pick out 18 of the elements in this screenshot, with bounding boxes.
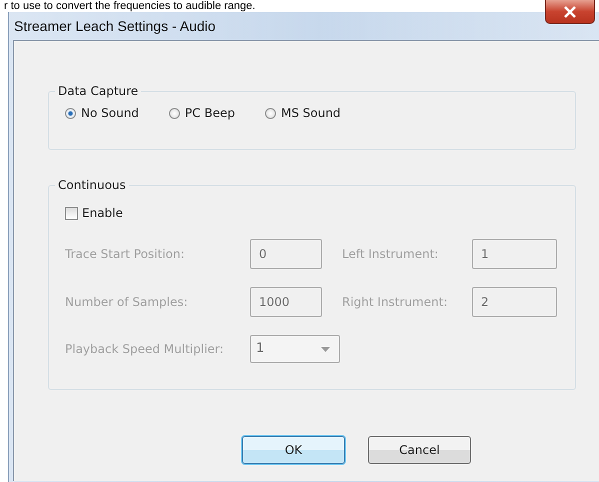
field-label: Right Instrument: — [341, 294, 448, 308]
field-label: Number of Samples: — [65, 294, 189, 308]
group-title: Continuous — [57, 178, 127, 192]
enable-checkbox[interactable]: Enable — [65, 206, 123, 220]
close-button[interactable] — [545, 0, 595, 24]
dialog-button[interactable]: Cancel — [368, 436, 471, 464]
radio-option[interactable]: PC Beep — [168, 106, 235, 120]
close-icon — [563, 6, 577, 18]
field-label: Left Instrument: — [341, 246, 440, 260]
radio-option[interactable]: MS Sound — [264, 106, 341, 120]
dialog-button[interactable]: OK — [242, 436, 345, 464]
window-title: Streamer Leach Settings - Audio — [14, 18, 216, 34]
document-text: r to use to convert the frequencies to audible range. — [3, 0, 256, 12]
field-label: Playback Speed Multiplier: — [65, 342, 225, 356]
group-title: Data Capture — [57, 84, 140, 98]
caret-icon — [321, 346, 330, 352]
radio-option[interactable]: No Sound — [65, 106, 139, 120]
field-label: Trace Start Position: — [65, 246, 186, 260]
